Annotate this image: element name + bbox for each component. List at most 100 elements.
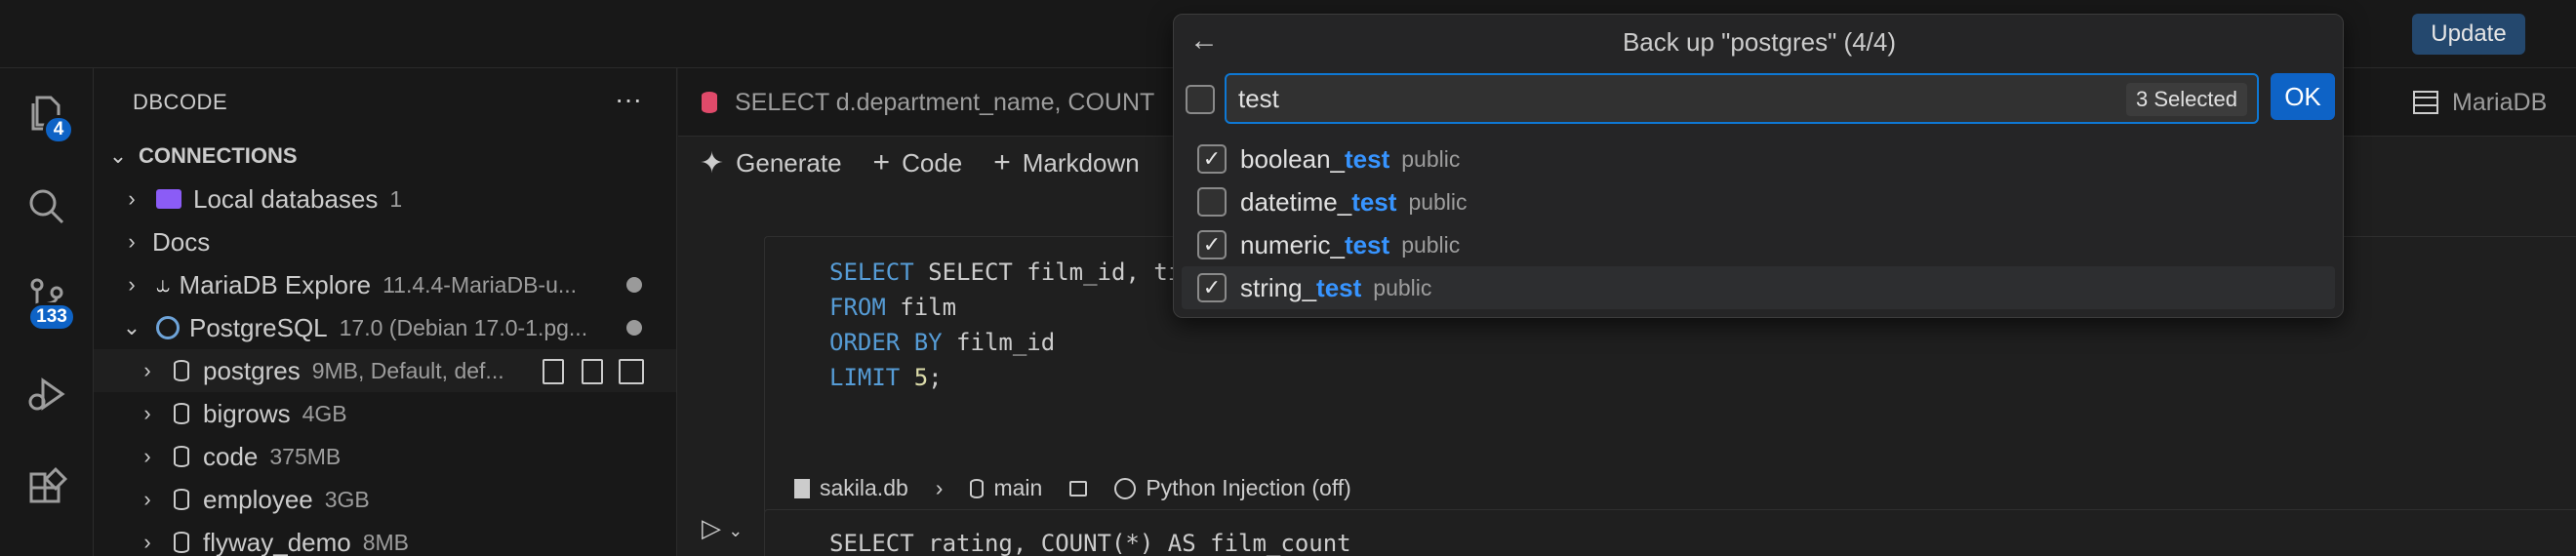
code-editor[interactable]: SELECT rating, COUNT(*) AS film_count bbox=[829, 526, 1351, 556]
run-debug-icon[interactable] bbox=[23, 371, 70, 417]
tab-label: SELECT d.department_name, COUNT bbox=[735, 88, 1155, 116]
item-label-prefix: boolean_ bbox=[1240, 143, 1345, 174]
add-code-button[interactable]: + Code bbox=[873, 146, 963, 179]
generate-label: Generate bbox=[736, 147, 842, 178]
tree-item-db-employee[interactable]: › employee 3GB bbox=[94, 478, 676, 521]
chevron-down-icon: ⌄ bbox=[108, 143, 128, 168]
quick-pick-item-active[interactable]: ✓ string_ test public bbox=[1182, 266, 2335, 309]
code-line: LIMIT 5; bbox=[829, 364, 943, 391]
db-label: sakila.db bbox=[820, 475, 908, 500]
new-query-icon[interactable] bbox=[543, 359, 564, 384]
item-label-match: test bbox=[1316, 272, 1362, 302]
chevron-right-icon: › bbox=[935, 475, 944, 500]
schema-label: main bbox=[993, 475, 1043, 500]
sidebar-title: DBCODE bbox=[133, 90, 228, 114]
tree-item-desc: 9MB, Default, def... bbox=[311, 357, 504, 383]
database-icon bbox=[174, 360, 189, 381]
code-cell[interactable]: SELECT rating, COUNT(*) AS film_count bbox=[764, 509, 2576, 556]
item-label-prefix: numeric_ bbox=[1240, 229, 1345, 259]
chevron-right-icon: › bbox=[128, 229, 136, 254]
add-markdown-button[interactable]: + Markdown bbox=[993, 146, 1139, 179]
tree-item-desc: 17.0 (Debian 17.0-1.pg... bbox=[339, 314, 588, 340]
tree-item-db-code[interactable]: › code 375MB bbox=[94, 435, 676, 478]
database-icon bbox=[174, 489, 189, 510]
code-line: ORDER BY film_id bbox=[829, 329, 1056, 356]
item-label-prefix: datetime_ bbox=[1240, 186, 1352, 217]
activity-bar: 4 133 bbox=[0, 68, 94, 556]
connection-status-dot bbox=[626, 277, 642, 293]
select-all-checkbox[interactable] bbox=[1186, 85, 1215, 114]
quick-pick-item[interactable]: datetime_ test public bbox=[1182, 180, 2335, 223]
section-label: CONNECTIONS bbox=[139, 143, 298, 168]
tree-item-label: employee bbox=[203, 484, 313, 514]
notebook-toolbar: ✦ Generate + Code + Markdown bbox=[678, 139, 1149, 187]
quick-pick-item[interactable]: ✓ numeric_ test public bbox=[1182, 223, 2335, 266]
folder-icon bbox=[156, 189, 181, 209]
item-label-prefix: string_ bbox=[1240, 272, 1317, 302]
search-icon[interactable] bbox=[23, 183, 70, 230]
tree-item-db-postgres[interactable]: › postgres 9MB, Default, def... bbox=[94, 349, 676, 392]
checkbox-checked[interactable]: ✓ bbox=[1197, 230, 1227, 259]
cell-db-selector[interactable]: sakila.db bbox=[794, 475, 908, 501]
tree-item-db-bigrows[interactable]: › bigrows 4GB bbox=[94, 392, 676, 435]
tree-item-desc: 1 bbox=[389, 185, 403, 212]
more-actions-icon[interactable]: ··· bbox=[615, 84, 642, 115]
item-desc: public bbox=[1401, 231, 1461, 258]
code-line: SELECT rating, COUNT(*) AS film_count bbox=[829, 530, 1351, 556]
back-arrow-icon[interactable]: ← bbox=[1189, 24, 1219, 58]
database-icon bbox=[174, 532, 189, 553]
cell-schema-selector[interactable]: main bbox=[970, 475, 1042, 501]
chevron-down-icon: ⌄ bbox=[122, 315, 141, 339]
backup-icon[interactable] bbox=[582, 359, 603, 384]
chevron-right-icon: › bbox=[128, 186, 136, 211]
chevron-right-icon: › bbox=[143, 401, 151, 425]
tree-item-desc: 4GB bbox=[302, 400, 347, 426]
item-label-match: test bbox=[1345, 143, 1390, 174]
checkbox-checked[interactable]: ✓ bbox=[1197, 144, 1227, 174]
item-desc: public bbox=[1373, 274, 1432, 300]
item-desc: public bbox=[1401, 145, 1461, 172]
tree-item-postgresql[interactable]: ⌄ PostgreSQL 17.0 (Debian 17.0-1.pg... bbox=[94, 306, 676, 349]
update-button[interactable]: Update bbox=[2412, 14, 2525, 55]
database-icon bbox=[970, 478, 985, 498]
item-label-match: test bbox=[1344, 229, 1390, 259]
plus-icon: + bbox=[872, 146, 891, 179]
item-desc: public bbox=[1408, 188, 1468, 215]
tab-query[interactable]: SELECT d.department_name, COUNT bbox=[702, 68, 1209, 137]
backup-quick-pick: Back up "postgres" (4/4) ← test 3 Select… bbox=[1173, 14, 2344, 318]
code-label: Code bbox=[902, 147, 963, 178]
tree-item-desc: 11.4.4-MariaDB-u... bbox=[382, 271, 578, 298]
tree-item-label: MariaDB Explore bbox=[179, 269, 372, 299]
postgres-icon bbox=[156, 316, 180, 339]
injection-label: Python Injection (off) bbox=[1146, 475, 1351, 500]
run-cell-button[interactable]: ▷ ⌄ bbox=[702, 513, 743, 543]
tree-item-label: Local databases bbox=[193, 183, 379, 214]
tree-item-db-flyway[interactable]: › flyway_demo 8MB bbox=[94, 521, 676, 556]
checkbox-unchecked[interactable] bbox=[1197, 187, 1227, 217]
ok-button[interactable]: OK bbox=[2271, 73, 2335, 120]
tree-item-label: flyway_demo bbox=[203, 527, 351, 556]
filter-input-value: test bbox=[1238, 83, 1279, 113]
connections-section[interactable]: ⌄ CONNECTIONS bbox=[94, 135, 676, 178]
generate-button[interactable]: ✦ Generate bbox=[700, 146, 842, 180]
markdown-label: Markdown bbox=[1022, 147, 1140, 178]
schema-icon[interactable] bbox=[619, 359, 644, 384]
tree-item-local-databases[interactable]: › Local databases 1 bbox=[94, 178, 676, 220]
extensions-icon[interactable] bbox=[23, 466, 70, 513]
database-icon bbox=[702, 92, 717, 113]
tab-mariadb[interactable]: MariaDB bbox=[2413, 68, 2576, 137]
cell-status-bar: sakila.db › main Python Injection (off) bbox=[794, 475, 1379, 501]
plus-icon: + bbox=[993, 146, 1011, 179]
tree-item-label: code bbox=[203, 441, 259, 471]
tree-item-mariadb[interactable]: › ⥿ MariaDB Explore 11.4.4-MariaDB-u... bbox=[94, 263, 676, 306]
quick-pick-item[interactable]: ✓ boolean_ test public bbox=[1182, 138, 2335, 180]
checkbox-checked[interactable]: ✓ bbox=[1197, 273, 1227, 302]
tree-item-docs[interactable]: › Docs bbox=[94, 220, 676, 263]
tree-item-desc: 3GB bbox=[324, 486, 370, 512]
sidebar: DBCODE ··· ⌄ CONNECTIONS › Local databas… bbox=[94, 68, 677, 556]
mariadb-icon: ⥿ bbox=[156, 271, 170, 298]
filter-input[interactable]: test 3 Selected bbox=[1225, 73, 2259, 124]
lock-icon[interactable] bbox=[1069, 480, 1088, 496]
scm-badge: 133 bbox=[27, 302, 76, 332]
python-injection-toggle[interactable]: Python Injection (off) bbox=[1114, 475, 1351, 501]
